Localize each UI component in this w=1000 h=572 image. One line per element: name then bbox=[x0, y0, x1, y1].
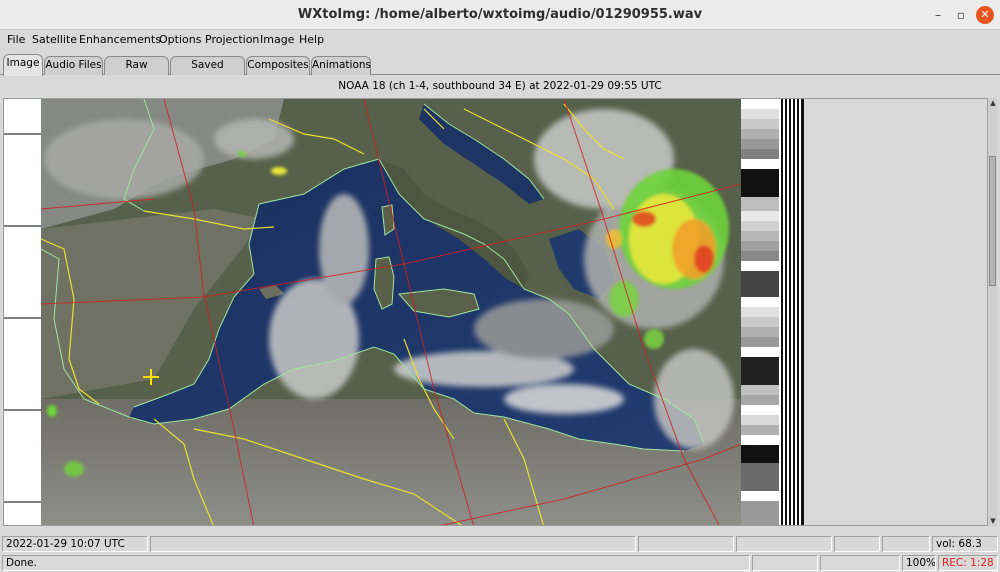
status-field-7 bbox=[820, 555, 900, 571]
tab-animations[interactable]: Animations bbox=[311, 56, 371, 75]
status-field-1 bbox=[150, 536, 636, 552]
sync-strip-left bbox=[4, 99, 41, 525]
status-bar-bottom: Done. 100% REC: 1:28 bbox=[0, 554, 1000, 572]
menu-projection[interactable]: Projection bbox=[205, 33, 259, 46]
title-bar[interactable]: WXtoImg: /home/alberto/wxtoimg/audio/012… bbox=[0, 0, 1000, 30]
telemetry-wedges bbox=[741, 99, 779, 525]
status-bar-top: 2022-01-29 10:07 UTC vol: 68.3 bbox=[0, 535, 1000, 553]
menu-satellite[interactable]: Satellite bbox=[32, 33, 77, 46]
tab-raw-images[interactable]: Raw Images bbox=[104, 56, 169, 88]
status-message: Done. bbox=[2, 555, 750, 571]
status-datetime: 2022-01-29 10:07 UTC bbox=[2, 536, 148, 552]
menu-help[interactable]: Help bbox=[299, 33, 324, 46]
status-field-6 bbox=[752, 555, 818, 571]
image-caption: NOAA 18 (ch 1-4, southbound 34 E) at 202… bbox=[338, 80, 662, 92]
menu-image[interactable]: Image bbox=[260, 33, 294, 46]
window-title: WXtoImg: /home/alberto/wxtoimg/audio/012… bbox=[297, 7, 703, 22]
menu-options[interactable]: Options bbox=[159, 33, 201, 46]
tab-saved-images[interactable]: Saved Images bbox=[170, 56, 245, 88]
tab-bar: Image Audio Files Raw Images Saved Image… bbox=[0, 53, 1000, 88]
status-field-3 bbox=[736, 536, 832, 552]
image-info-bar: NOAA 18 (ch 1-4, southbound 34 E) at 202… bbox=[0, 76, 1000, 97]
minimize-icon[interactable]: – bbox=[929, 6, 947, 24]
menu-bar: File Satellite Enhancements Options Proj… bbox=[0, 31, 1000, 51]
maximize-icon[interactable]: ▫ bbox=[952, 6, 970, 24]
status-field-5 bbox=[882, 536, 930, 552]
tab-composites[interactable]: Composites bbox=[246, 56, 310, 75]
status-field-4 bbox=[834, 536, 880, 552]
tab-image[interactable]: Image bbox=[3, 54, 43, 76]
vertical-scrollbar[interactable]: ▲ ▼ bbox=[987, 98, 997, 526]
status-field-2 bbox=[638, 536, 734, 552]
scroll-up-arrow-icon[interactable]: ▲ bbox=[988, 98, 998, 108]
menu-enhancements[interactable]: Enhancements bbox=[79, 33, 161, 46]
scroll-thumb[interactable] bbox=[989, 156, 996, 286]
tab-audio-files[interactable]: Audio Files bbox=[44, 56, 103, 75]
status-volume: vol: 68.3 bbox=[932, 536, 998, 552]
sync-bars-right bbox=[779, 99, 804, 525]
status-progress: 100% bbox=[902, 555, 936, 571]
scroll-down-arrow-icon[interactable]: ▼ bbox=[988, 516, 998, 526]
close-icon[interactable]: ✕ bbox=[976, 6, 994, 24]
app-window: WXtoImg: /home/alberto/wxtoimg/audio/012… bbox=[0, 0, 1000, 572]
satellite-image[interactable] bbox=[4, 99, 997, 526]
menu-file[interactable]: File bbox=[7, 33, 25, 46]
status-rec: REC: 1:28 bbox=[938, 555, 998, 571]
image-viewport[interactable] bbox=[3, 98, 997, 526]
